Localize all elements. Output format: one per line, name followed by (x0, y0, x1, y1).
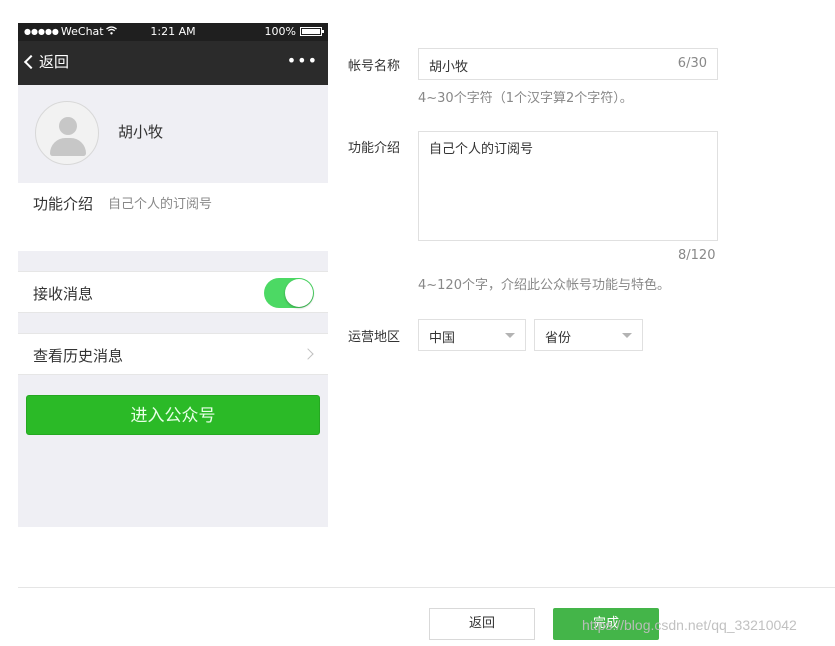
receive-messages-row: 接收消息 (18, 271, 328, 313)
avatar-head-icon (59, 117, 77, 135)
country-value: 中国 (429, 331, 456, 346)
account-name-label: 帐号名称 (348, 59, 401, 74)
chevron-left-icon (23, 54, 39, 70)
enter-account-button[interactable]: 进入公众号 (26, 395, 320, 435)
avatar (35, 101, 99, 165)
chevron-right-icon (302, 348, 314, 360)
toggle-knob (285, 279, 313, 307)
country-select[interactable]: 中国 (418, 319, 526, 351)
footer-divider (18, 587, 835, 588)
back-button[interactable]: 返回 (429, 608, 535, 640)
intro-textarea[interactable]: 自己个人的订阅号 (418, 131, 718, 241)
account-name-value: 胡小牧 (429, 60, 469, 75)
more-icon[interactable]: ••• (287, 51, 318, 70)
account-name-input[interactable]: 胡小牧 6/30 (418, 48, 718, 80)
status-bar: ●●●●● WeChat 1:21 AM 100% (18, 23, 328, 41)
avatar-body-icon (50, 138, 86, 156)
battery-icon (300, 27, 324, 36)
battery-percent: 100% (264, 25, 296, 38)
account-name-hint: 4~30个字符（1个汉字算2个字符）。 (418, 91, 633, 106)
nav-bar: 返回 ••• (18, 41, 328, 85)
nav-back-label: 返回 (39, 53, 70, 71)
caret-down-icon (622, 333, 632, 338)
intro-counter: 8/120 (678, 248, 716, 263)
receive-messages-label: 接收消息 (33, 285, 94, 303)
watermark: https://blog.csdn.net/qq_33210042 (582, 617, 797, 633)
intro-hint: 4~120个字，介绍此公众帐号功能与特色。 (418, 278, 670, 293)
phone-preview: ●●●●● WeChat 1:21 AM 100% 返回 ••• 胡小牧 功能介… (18, 23, 328, 527)
description-row: 功能介绍 自己个人的订阅号 (18, 183, 328, 251)
intro-label: 功能介绍 (348, 141, 401, 156)
account-name-counter: 6/30 (677, 56, 707, 71)
history-label: 查看历史消息 (33, 347, 124, 365)
caret-down-icon (505, 333, 515, 338)
receive-messages-toggle[interactable] (264, 278, 314, 308)
province-select[interactable]: 省份 (534, 319, 643, 351)
nav-back-button[interactable]: 返回 (23, 51, 70, 72)
description-value: 自己个人的订阅号 (108, 197, 213, 212)
history-row[interactable]: 查看历史消息 (18, 333, 328, 375)
province-value: 省份 (545, 331, 572, 346)
profile-name: 胡小牧 (118, 123, 164, 141)
region-label: 运营地区 (348, 330, 401, 345)
profile-header: 胡小牧 (18, 85, 328, 183)
description-label: 功能介绍 (33, 195, 94, 213)
intro-value: 自己个人的订阅号 (429, 142, 534, 157)
